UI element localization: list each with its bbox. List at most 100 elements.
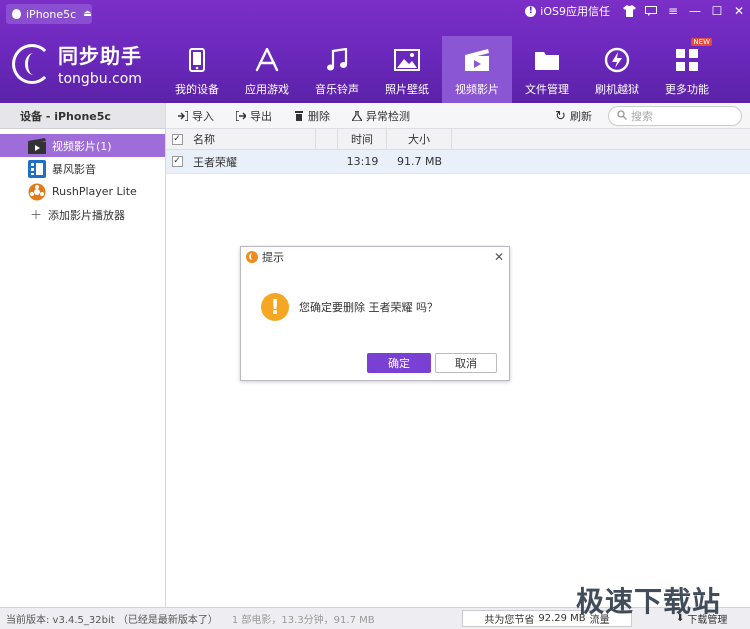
dialog-message: 您确定要删除 王者荣耀 吗？	[299, 301, 438, 314]
message-icon[interactable]	[640, 0, 662, 22]
delete-button[interactable]: 删除	[294, 108, 330, 124]
menu-icon[interactable]: ≡	[662, 0, 684, 22]
sidebar-title: 设备 - iPhone5c	[0, 103, 165, 129]
main-nav: 我的设备 应用游戏 音乐铃声 照片壁纸 视频影片 文件管理 刷机越狱 NEW 更…	[162, 36, 722, 103]
info-icon: !	[525, 5, 537, 17]
rushplayer-icon	[28, 183, 46, 201]
ios-trust-link[interactable]: ! iOS9应用信任	[525, 3, 610, 19]
refresh-button[interactable]: ↻ 刷新	[555, 108, 592, 124]
sidebar-item-baofeng[interactable]: 暴风影音	[0, 157, 165, 180]
grid-icon	[674, 47, 700, 73]
cancel-button[interactable]: 取消	[435, 353, 497, 373]
dialog-close-icon[interactable]: ✕	[494, 250, 504, 264]
brand-name-en: tongbu.com	[58, 71, 142, 87]
select-all-checkbox[interactable]: ✓	[171, 133, 183, 145]
sidebar-item-label: 视频影片(1)	[52, 139, 112, 153]
saved-prefix: 共为您节省	[484, 615, 535, 626]
window-controls: ! iOS9应用信任 ≡ — ☐ ✕	[525, 0, 750, 22]
check-label: 异常检测	[366, 109, 410, 123]
nav-label: 刷机越狱	[595, 83, 639, 96]
image-icon	[394, 47, 420, 73]
nav-item-videos[interactable]: 视频影片	[442, 36, 512, 103]
device-tab-label: iPhone5c	[26, 7, 77, 21]
phone-icon	[184, 47, 210, 73]
logo-icon	[12, 43, 52, 84]
add-player-link[interactable]: ＋ 添加影片播放器	[0, 203, 165, 226]
clapperboard-icon	[464, 47, 490, 73]
refresh-icon: ↻	[555, 108, 566, 124]
check-button[interactable]: 异常检测	[352, 108, 410, 124]
confirm-dialog: 提示 ✕ ! 您确定要删除 王者荣耀 吗？ 确定 取消	[240, 246, 510, 381]
table-row[interactable]: ✓ 王者荣耀 13:19 91.7 MB	[166, 150, 750, 174]
version-text: 当前版本: v3.4.5_32bit （已经是最新版本了）	[6, 615, 218, 626]
nav-item-files[interactable]: 文件管理	[512, 36, 582, 103]
nav-label: 应用游戏	[245, 83, 289, 96]
search-placeholder: 搜索	[631, 110, 653, 123]
sidebar-item-label: 暴风影音	[52, 162, 96, 176]
nav-item-my-device[interactable]: 我的设备	[162, 36, 232, 103]
header-time[interactable]: 时间	[338, 129, 387, 149]
plus-icon: ＋	[30, 208, 43, 222]
nav-label: 视频影片	[455, 83, 499, 96]
nav-label: 照片壁纸	[385, 83, 429, 96]
trash-icon	[294, 110, 304, 121]
video-table: ✓ 名称 时间 大小 ✓ 王者荣耀 13:19 91.7 MB	[166, 129, 750, 174]
minimize-icon[interactable]: —	[684, 0, 706, 22]
nav-label: 音乐铃声	[315, 83, 359, 96]
nav-label: 更多功能	[665, 83, 709, 96]
maximize-icon[interactable]: ☐	[706, 0, 728, 22]
search-icon	[617, 109, 627, 123]
eject-icon[interactable]: ⏏	[83, 9, 92, 19]
watermark: 极速下载站	[576, 585, 722, 618]
apple-icon	[12, 9, 21, 19]
delete-label: 删除	[308, 109, 330, 123]
app-header: iPhone5c ⏏ ! iOS9应用信任 ≡ — ☐ ✕ 同步助手 tongb…	[0, 0, 750, 103]
close-icon[interactable]: ✕	[728, 0, 750, 22]
nav-item-flash[interactable]: 刷机越狱	[582, 36, 652, 103]
row-checkbox[interactable]: ✓	[171, 156, 183, 167]
toolbar: 导入 导出 删除 异常检测 ↻ 刷新 搜索	[166, 103, 750, 129]
brand-name-cn: 同步助手	[58, 44, 142, 68]
app-logo-icon	[246, 251, 258, 263]
row-time: 13:19	[346, 155, 379, 168]
sidebar-item-rushplayer[interactable]: RushPlayer Lite	[0, 180, 165, 203]
header-size[interactable]: 大小	[387, 129, 452, 149]
nav-label: 我的设备	[175, 83, 219, 96]
tshirt-icon[interactable]	[618, 0, 640, 22]
nav-item-photos[interactable]: 照片壁纸	[372, 36, 442, 103]
nav-label: 文件管理	[525, 83, 569, 96]
refresh-label: 刷新	[570, 110, 592, 123]
import-icon	[178, 110, 188, 121]
import-label: 导入	[192, 109, 214, 123]
dialog-titlebar: 提示	[241, 247, 509, 267]
flash-icon	[604, 47, 630, 73]
video-folder-icon	[28, 137, 46, 155]
export-button[interactable]: 导出	[236, 108, 272, 124]
nav-item-more[interactable]: NEW 更多功能	[652, 36, 722, 103]
export-label: 导出	[250, 109, 272, 123]
confirm-button[interactable]: 确定	[367, 353, 431, 373]
add-player-label: 添加影片播放器	[48, 208, 126, 222]
search-input[interactable]: 搜索	[608, 106, 742, 126]
flask-icon	[352, 110, 362, 121]
dialog-title: 提示	[262, 251, 284, 264]
sidebar: 设备 - iPhone5c 视频影片(1) 暴风影音 RushPlayer Li…	[0, 103, 166, 607]
ios-trust-label: iOS9应用信任	[540, 5, 610, 18]
folder-icon	[534, 47, 560, 73]
header-spacer	[316, 129, 338, 149]
import-button[interactable]: 导入	[178, 108, 214, 124]
table-header: ✓ 名称 时间 大小	[166, 129, 750, 150]
device-tab[interactable]: iPhone5c ⏏	[6, 4, 92, 24]
header-name[interactable]: 名称	[188, 129, 316, 149]
music-note-icon	[324, 47, 350, 73]
export-icon	[236, 110, 246, 121]
baofeng-icon	[28, 159, 46, 178]
library-stats: 1 部电影，13.3分钟，91.7 MB	[231, 615, 375, 626]
sidebar-item-videos[interactable]: 视频影片(1)	[0, 134, 165, 157]
nav-item-music[interactable]: 音乐铃声	[302, 36, 372, 103]
sidebar-item-label: RushPlayer Lite	[52, 185, 137, 198]
dialog-body: ! 您确定要删除 王者荣耀 吗？	[261, 293, 438, 321]
app-store-icon	[254, 47, 280, 73]
warning-icon: !	[261, 293, 289, 321]
nav-item-apps[interactable]: 应用游戏	[232, 36, 302, 103]
